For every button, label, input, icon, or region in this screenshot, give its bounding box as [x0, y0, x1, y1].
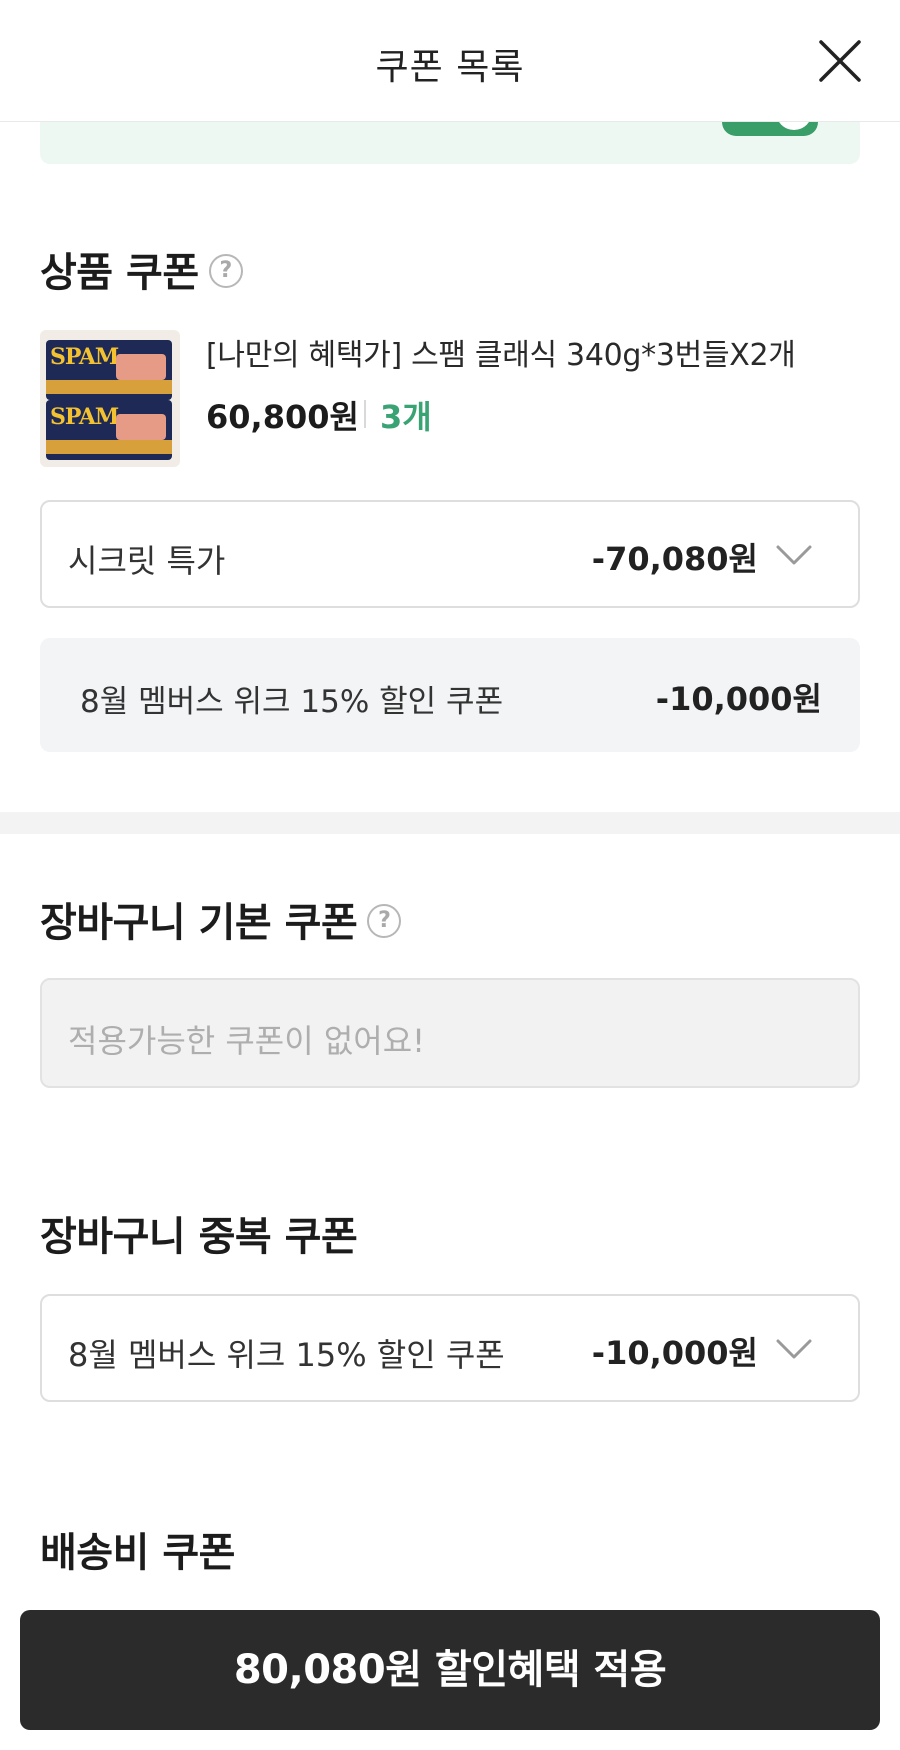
close-icon: [819, 40, 861, 82]
header-bar: 쿠폰 목록: [0, 0, 900, 122]
product-can-meat: [116, 354, 166, 380]
select-amount: -10,000원: [591, 1334, 758, 1372]
product-can-band: [46, 380, 172, 394]
product-price: 60,800원: [206, 398, 359, 436]
cart-basic-coupon-title: 장바구니 기본 쿠폰?: [40, 890, 402, 948]
product-coupon-title-text: 상품 쿠폰: [40, 250, 199, 296]
product-can: SPAM: [46, 340, 172, 400]
help-icon[interactable]: ?: [208, 254, 243, 288]
price-separator: [364, 400, 366, 428]
select-label: 8월 멤버스 위크 15% 할인 쿠폰: [68, 1336, 505, 1374]
product-can-band: [46, 440, 172, 454]
chevron-down-icon: [776, 1339, 812, 1359]
section-divider: [0, 812, 900, 834]
product-image: SPAM SPAM: [40, 330, 180, 467]
product-logo: SPAM: [50, 404, 119, 430]
apply-discount-button[interactable]: 80,080원 할인혜택 적용: [20, 1610, 880, 1730]
chevron-down-icon: [776, 545, 812, 565]
help-icon[interactable]: ?: [367, 904, 402, 938]
close-button[interactable]: [815, 36, 865, 86]
cart-dup-coupon-select[interactable]: 8월 멤버스 위크 15% 할인 쿠폰 -10,000원: [40, 1294, 860, 1402]
product-can: SPAM: [46, 400, 172, 460]
product-quantity: 3개: [380, 398, 432, 436]
select-label: 시크릿 특가: [68, 542, 226, 580]
page-title: 쿠폰 목록: [375, 47, 525, 88]
product-name: [나만의 혜택가] 스팸 클래식 340g*3번들X2개: [206, 338, 796, 373]
empty-coupon-box: 적용가능한 쿠폰이 없어요!: [40, 978, 860, 1088]
product-coupon-select[interactable]: 시크릿 특가 -70,080원: [40, 500, 860, 608]
product-coupon-title: 상품 쿠폰?: [40, 240, 243, 298]
product-logo: SPAM: [50, 344, 119, 370]
product-can-meat: [116, 414, 166, 440]
info-amount: -10,000원: [655, 680, 822, 718]
select-amount: -70,080원: [591, 540, 758, 578]
cart-basic-coupon-title-text: 장바구니 기본 쿠폰: [40, 900, 358, 946]
cart-dup-coupon-title: 장바구니 중복 쿠폰: [40, 1214, 358, 1260]
empty-message: 적용가능한 쿠폰이 없어요!: [68, 1022, 426, 1060]
applied-coupon-info: 8월 멤버스 위크 15% 할인 쿠폰 -10,000원: [40, 638, 860, 752]
info-label: 8월 멤버스 위크 15% 할인 쿠폰: [80, 684, 504, 720]
shipping-coupon-title: 배송비 쿠폰: [40, 1530, 235, 1576]
